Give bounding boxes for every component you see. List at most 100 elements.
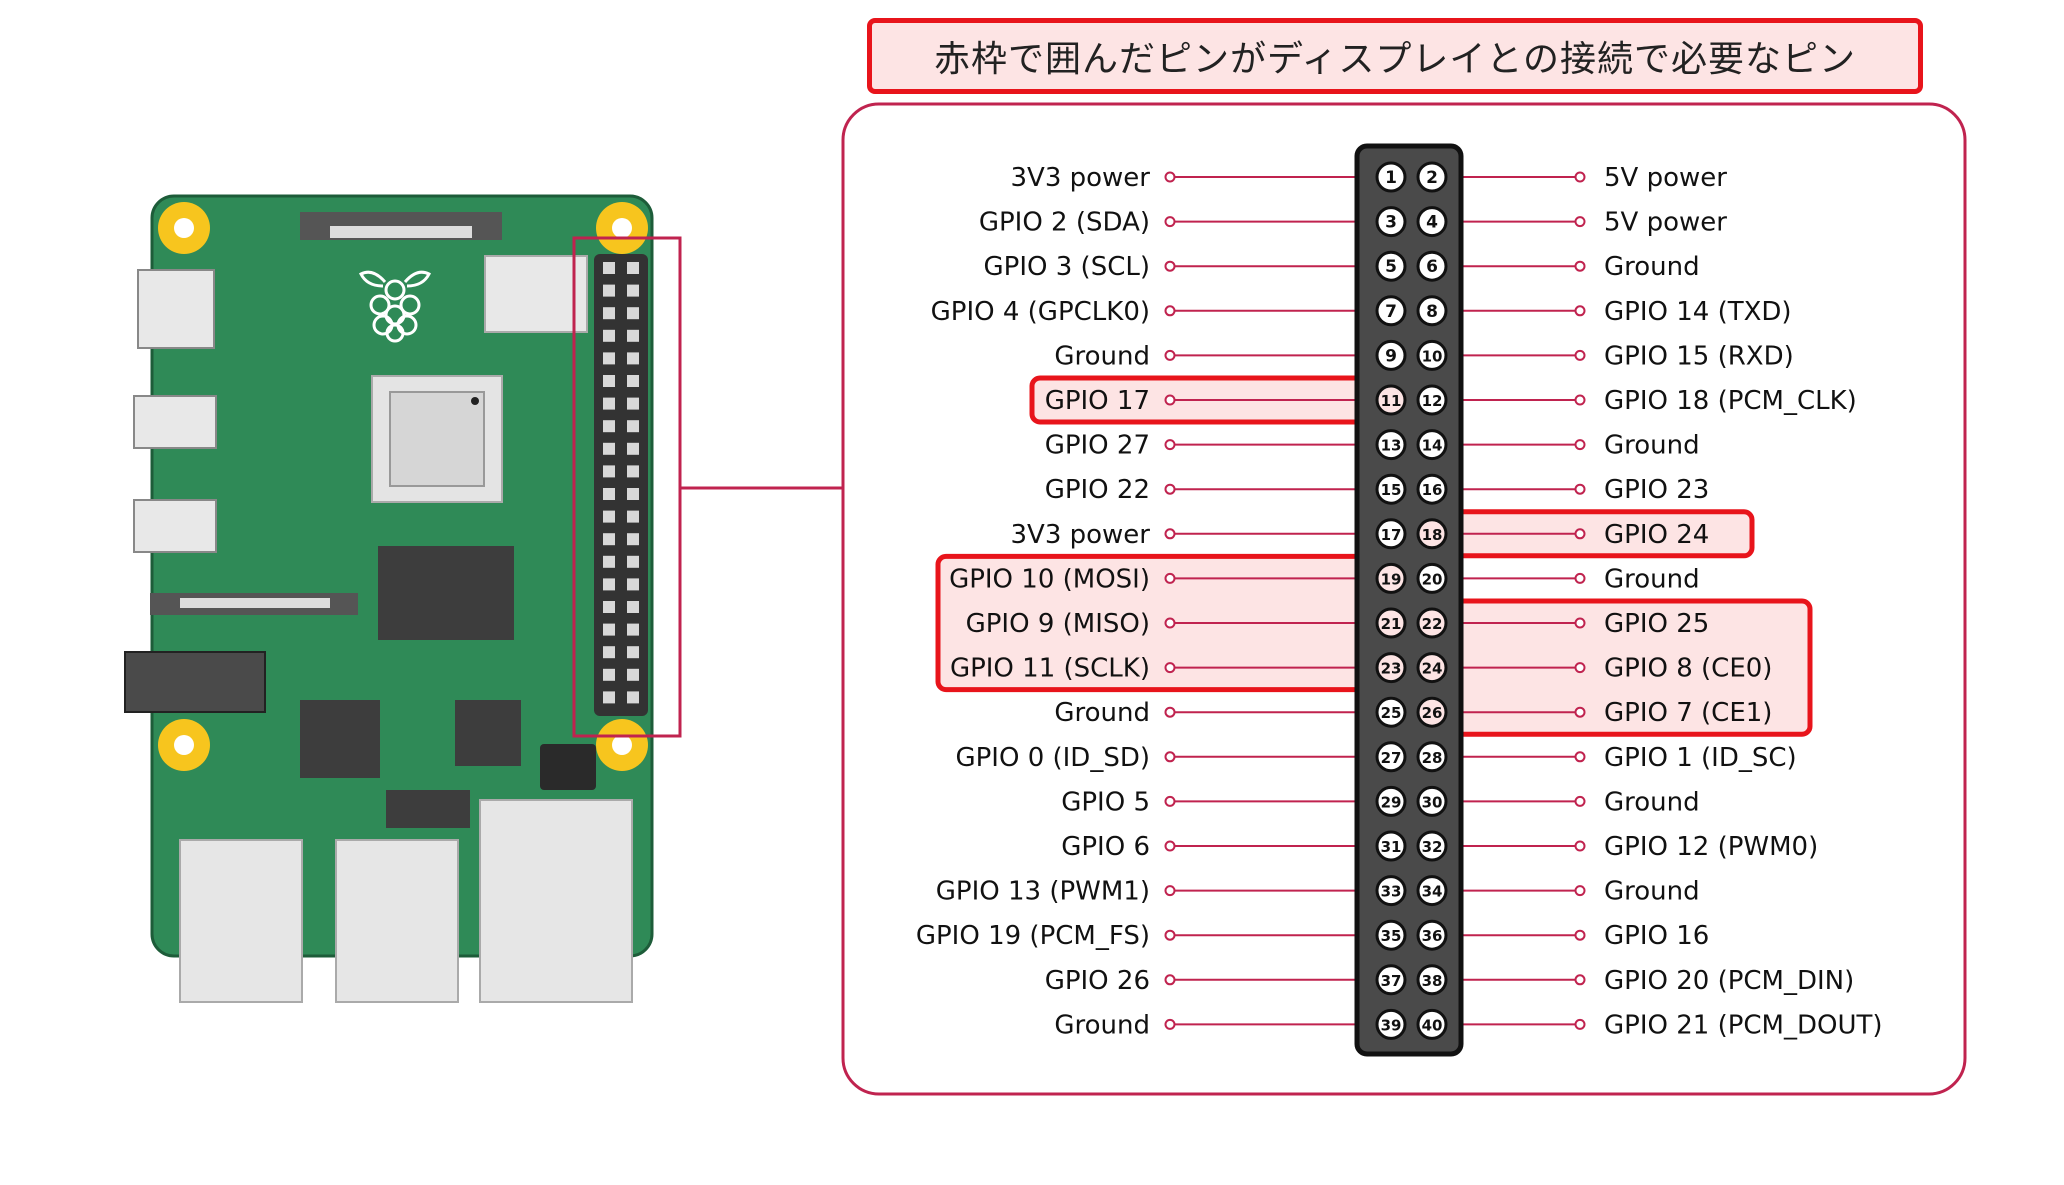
board-header-pin — [627, 623, 639, 636]
pin-label-30: Ground — [1604, 787, 1700, 817]
board-header-pin — [627, 646, 639, 659]
pin-line-end-23 — [1164, 662, 1176, 674]
pin-number-16: 16 — [1422, 481, 1443, 499]
pin-label-16: GPIO 23 — [1604, 475, 1709, 505]
pin-number-15: 15 — [1381, 481, 1402, 499]
hdmi-port-0 — [133, 395, 217, 449]
board-header-pin — [627, 691, 639, 704]
pin-number-35: 35 — [1381, 927, 1402, 945]
pin-label-40: GPIO 21 (PCM_DOUT) — [1604, 1010, 1883, 1040]
board-header-pin — [603, 442, 615, 455]
pin-number-13: 13 — [1381, 437, 1402, 455]
pin-line-end-11 — [1164, 394, 1176, 406]
pin-number-22: 22 — [1422, 615, 1443, 633]
board-header-pin — [627, 307, 639, 320]
pin-label-23: GPIO 11 (SCLK) — [950, 654, 1150, 684]
board-header-pin — [603, 284, 615, 297]
pin-number-10: 10 — [1422, 347, 1443, 365]
pin-label-33: GPIO 13 (PWM1) — [936, 877, 1150, 907]
board-header-pin — [627, 668, 639, 681]
board-header-pin — [627, 465, 639, 478]
pin-label-5: GPIO 3 (SCL) — [984, 252, 1150, 282]
pin-line-end-40 — [1574, 1018, 1586, 1030]
pin-label-36: GPIO 16 — [1604, 921, 1709, 951]
pin-line-end-30 — [1574, 795, 1586, 807]
pin-line-end-24 — [1574, 662, 1586, 674]
pin-label-37: GPIO 26 — [1045, 966, 1150, 996]
board-header-pin — [627, 329, 639, 342]
board-header-pin — [603, 578, 615, 591]
pin-label-38: GPIO 20 (PCM_DIN) — [1604, 966, 1854, 996]
pin-label-12: GPIO 18 (PCM_CLK) — [1604, 386, 1857, 416]
pin-number-33: 33 — [1381, 883, 1402, 901]
pin-line-end-31 — [1164, 840, 1176, 852]
pin-line-end-25 — [1164, 706, 1176, 718]
pin-label-8: GPIO 14 (TXD) — [1604, 297, 1792, 327]
board-header-pin — [603, 646, 615, 659]
pin-line-end-34 — [1574, 885, 1586, 897]
board-header-pin — [627, 533, 639, 546]
pin-label-22: GPIO 25 — [1604, 609, 1709, 639]
pin-number-8: 8 — [1426, 302, 1438, 322]
power-chip — [455, 700, 521, 766]
pin-label-2: 5V power — [1604, 163, 1727, 193]
pin-label-7: GPIO 4 (GPCLK0) — [931, 297, 1150, 327]
pin-line-end-7 — [1164, 305, 1176, 317]
pin-label-34: Ground — [1604, 877, 1700, 907]
board-header-pin — [627, 262, 639, 274]
pin-label-6: Ground — [1604, 252, 1700, 282]
pin-label-9: Ground — [1054, 341, 1150, 371]
pin-number-28: 28 — [1422, 749, 1443, 767]
pin-number-36: 36 — [1422, 927, 1443, 945]
pin-number-20: 20 — [1422, 570, 1443, 588]
pin-line-end-38 — [1574, 974, 1586, 986]
board-header-pin — [603, 375, 615, 387]
pin-line-end-22 — [1574, 617, 1586, 629]
pin-label-1: 3V3 power — [1011, 163, 1151, 193]
pin-line-end-8 — [1574, 305, 1586, 317]
pin-number-2: 2 — [1426, 168, 1438, 188]
board-header-pin — [603, 262, 615, 274]
raspberry-pi-board — [124, 194, 682, 1003]
usb-c-port — [137, 269, 215, 349]
hdmi-port-1 — [133, 499, 217, 553]
pin-line-end-19 — [1164, 572, 1176, 584]
pin-number-37: 37 — [1381, 972, 1402, 990]
pin-label-32: GPIO 12 (PWM0) — [1604, 832, 1818, 862]
pin-number-19: 19 — [1381, 570, 1402, 588]
pin-line-end-32 — [1574, 840, 1586, 852]
usb-port-b — [335, 839, 459, 1003]
pin-label-14: Ground — [1604, 431, 1700, 461]
pin-line-end-37 — [1164, 974, 1176, 986]
board-header-pin — [627, 488, 639, 500]
board-header-pin — [627, 510, 639, 523]
board-header-pin — [627, 375, 639, 387]
pin-number-21: 21 — [1381, 615, 1402, 633]
pin-label-17: 3V3 power — [1011, 520, 1151, 550]
pin-number-3: 3 — [1385, 213, 1397, 233]
pin-line-end-16 — [1574, 483, 1586, 495]
pin-line-end-28 — [1574, 751, 1586, 763]
board-header-pin — [627, 601, 639, 613]
pin-label-24: GPIO 8 (CE0) — [1604, 654, 1772, 684]
board-header-pin — [627, 397, 639, 410]
pin-number-31: 31 — [1381, 838, 1402, 856]
wifi-module — [484, 255, 588, 333]
pin-label-18: GPIO 24 — [1604, 520, 1709, 550]
pin-number-11: 11 — [1381, 392, 1402, 410]
pin-line-end-26 — [1574, 706, 1586, 718]
pin-number-4: 4 — [1426, 213, 1438, 233]
board-header-pin — [603, 352, 615, 365]
pin-number-32: 32 — [1422, 838, 1443, 856]
pin-number-12: 12 — [1422, 392, 1443, 410]
pin-line-end-14 — [1574, 439, 1586, 451]
pin-number-25: 25 — [1381, 704, 1402, 722]
pin-line-end-6 — [1574, 260, 1586, 272]
pin-label-13: GPIO 27 — [1045, 431, 1150, 461]
pin-number-9: 9 — [1385, 346, 1397, 366]
audio-jack — [124, 651, 266, 713]
board-header-pin — [627, 578, 639, 591]
pin-number-6: 6 — [1426, 257, 1438, 277]
pin-label-28: GPIO 1 (ID_SC) — [1604, 743, 1797, 773]
pin-label-39: Ground — [1054, 1010, 1150, 1040]
